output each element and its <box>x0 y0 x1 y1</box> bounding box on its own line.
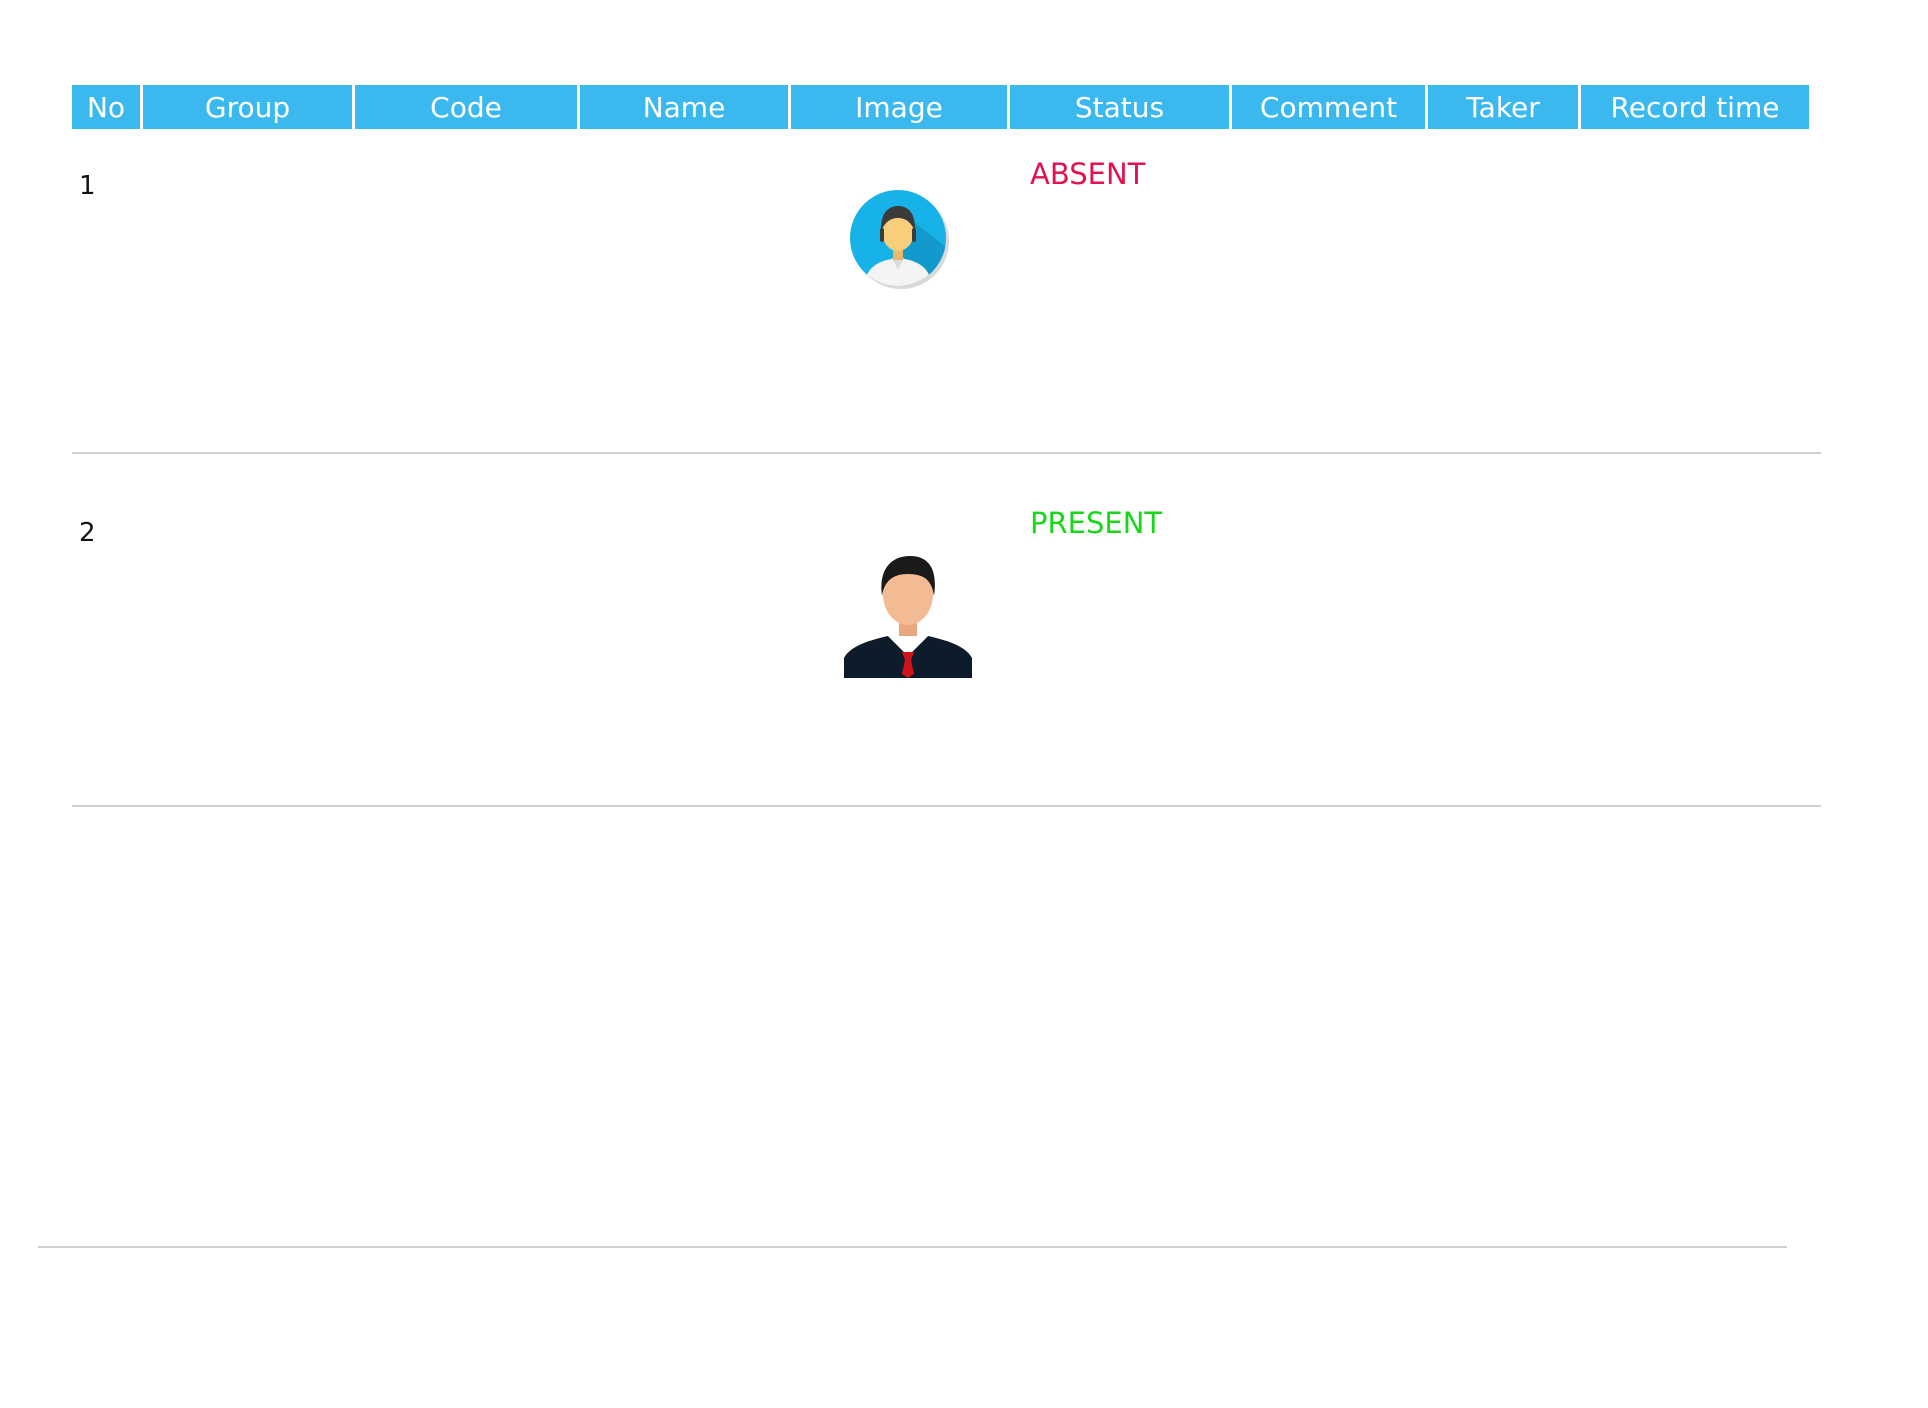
male-avatar-icon <box>844 552 972 682</box>
column-header-record-time[interactable]: Record time <box>1581 85 1809 129</box>
column-header-status[interactable]: Status <box>1010 85 1229 129</box>
row-number: 2 <box>79 518 96 548</box>
table-header: No Group Code Name Image Status Comment … <box>72 85 1821 129</box>
column-header-image[interactable]: Image <box>791 85 1007 129</box>
column-header-code[interactable]: Code <box>355 85 577 129</box>
column-header-taker[interactable]: Taker <box>1428 85 1578 129</box>
table-row[interactable]: 2 PRESENT <box>72 454 1821 807</box>
row-number: 1 <box>79 171 96 201</box>
status-badge: PRESENT <box>1030 506 1163 540</box>
female-avatar-icon <box>850 190 950 294</box>
status-badge: ABSENT <box>1030 157 1146 191</box>
table-row[interactable]: 1 ABSENT <box>72 129 1821 454</box>
column-header-name[interactable]: Name <box>580 85 788 129</box>
column-header-no[interactable]: No <box>72 85 140 129</box>
column-header-group[interactable]: Group <box>143 85 352 129</box>
footer-divider <box>38 1246 1787 1248</box>
column-header-comment[interactable]: Comment <box>1232 85 1425 129</box>
attendance-table: No Group Code Name Image Status Comment … <box>72 85 1821 807</box>
